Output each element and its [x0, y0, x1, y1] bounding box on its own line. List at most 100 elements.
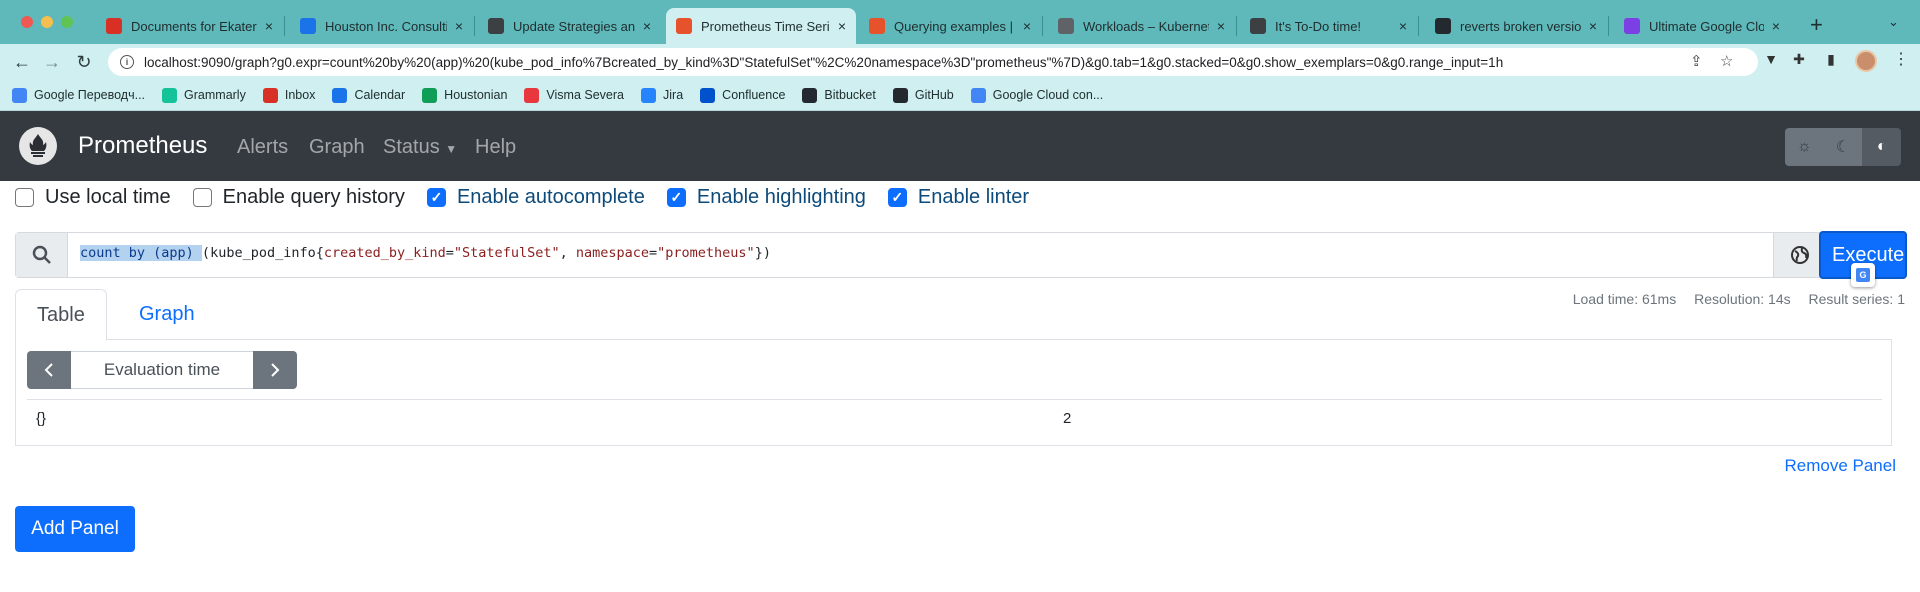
- highlighting-option[interactable]: ✓ Enable highlighting: [666, 186, 866, 209]
- drive-icon: [422, 87, 438, 103]
- address-bar[interactable]: i localhost:9090/graph?g0.expr=count%20b…: [108, 48, 1758, 76]
- evaluation-time-control: Evaluation time: [27, 351, 297, 389]
- jira-icon: [641, 87, 657, 103]
- share-icon[interactable]: ⇪: [1690, 52, 1703, 70]
- browser-tab[interactable]: It's To-Do time! ×: [1240, 8, 1417, 44]
- bookmark-item[interactable]: Grammarly: [162, 87, 246, 103]
- bookmark-label: Calendar: [354, 88, 406, 102]
- extensions-puzzle-icon[interactable]: ✚: [1790, 50, 1808, 68]
- bookmark-item[interactable]: Visma Severa: [524, 87, 624, 103]
- app-navbar: Prometheus Alerts Graph Status ▼ Help ☼ …: [0, 111, 1920, 181]
- remove-panel-link[interactable]: Remove Panel: [1784, 456, 1896, 476]
- close-tab-icon[interactable]: ×: [265, 18, 273, 34]
- bookmark-label: Google Cloud con...: [992, 88, 1104, 102]
- chevron-left-icon[interactable]: [27, 351, 71, 389]
- bookmark-item[interactable]: Confluence: [700, 87, 785, 103]
- close-tab-icon[interactable]: ×: [643, 18, 651, 34]
- use-local-time-checkbox[interactable]: [15, 187, 34, 207]
- query-history-option[interactable]: Enable query history: [192, 185, 405, 209]
- browser-tab[interactable]: Houston Inc. Consulting ×: [290, 8, 473, 44]
- bookmark-item[interactable]: Google Переводч...: [12, 87, 146, 103]
- expression-input[interactable]: count by (app) (kube_pod_info{created_by…: [80, 245, 771, 261]
- app-brand[interactable]: Prometheus: [78, 132, 207, 160]
- evaluation-time-input[interactable]: Evaluation time: [71, 351, 253, 389]
- prometheus-logo-icon[interactable]: [19, 127, 57, 165]
- site-info-icon[interactable]: i: [120, 55, 134, 69]
- expression-separator: ,: [559, 245, 576, 261]
- bookmark-item[interactable]: Google Cloud con...: [970, 87, 1104, 103]
- profile-avatar[interactable]: [1855, 50, 1877, 72]
- tab-separator: [1236, 16, 1237, 36]
- close-window-button[interactable]: [21, 16, 33, 28]
- browser-menu-icon[interactable]: ⋮: [1893, 49, 1909, 69]
- address-url[interactable]: localhost:9090/graph?g0.expr=count%20by%…: [144, 55, 1674, 70]
- grammarly-icon: [162, 87, 178, 103]
- light-theme-sun-icon[interactable]: ☼: [1785, 128, 1824, 166]
- browser-tab[interactable]: Workloads – Kubernetes ×: [1048, 8, 1235, 44]
- browser-tab[interactable]: Prometheus Time Series ×: [666, 8, 856, 44]
- tab-separator: [284, 16, 285, 36]
- browser-tab-title: Ultimate Google Cloud: [1649, 18, 1764, 34]
- new-tab-button[interactable]: +: [1810, 12, 1823, 38]
- bookmark-item[interactable]: Inbox: [262, 87, 315, 103]
- result-value: 2: [1063, 410, 1072, 427]
- github-icon: [1435, 18, 1451, 34]
- close-tab-icon[interactable]: ×: [1399, 18, 1407, 34]
- browser-tab[interactable]: reverts broken version ×: [1425, 8, 1607, 44]
- bookmark-item[interactable]: Jira: [641, 87, 683, 103]
- close-tab-icon[interactable]: ×: [1772, 18, 1780, 34]
- browser-tab[interactable]: Update Strategies and ×: [478, 8, 661, 44]
- tab-graph[interactable]: Graph: [118, 289, 216, 340]
- bookmark-item[interactable]: Houstonian: [422, 87, 507, 103]
- browser-tab-title: reverts broken version: [1460, 18, 1581, 34]
- side-panel-icon[interactable]: ▮: [1822, 50, 1840, 68]
- bookmark-item[interactable]: Bitbucket: [802, 87, 876, 103]
- use-local-time-option[interactable]: Use local time: [15, 186, 171, 209]
- use-local-time-label: Use local time: [45, 185, 171, 208]
- bookmark-star-icon[interactable]: ☆: [1720, 52, 1733, 70]
- highlighting-checkbox[interactable]: ✓: [666, 187, 686, 207]
- autocomplete-checkbox[interactable]: ✓: [426, 187, 446, 207]
- linter-checkbox[interactable]: ✓: [887, 187, 907, 207]
- minimize-window-button[interactable]: [41, 16, 53, 28]
- browser-tab[interactable]: Documents for Ekaterina ×: [96, 8, 283, 44]
- search-icon: [16, 233, 68, 277]
- browser-tab[interactable]: Querying examples | P ×: [859, 8, 1041, 44]
- vue-devtools-icon[interactable]: ▼: [1762, 50, 1780, 68]
- reload-icon[interactable]: ↻: [72, 50, 96, 74]
- browser-tab-strip: Documents for Ekaterina×Houston Inc. Con…: [0, 0, 1920, 44]
- query-history-label: Enable query history: [222, 185, 405, 208]
- bookmark-item[interactable]: GitHub: [892, 87, 954, 103]
- linter-option[interactable]: ✓ Enable linter: [887, 186, 1029, 209]
- table-row: {} 2: [27, 399, 1882, 435]
- bookmark-item[interactable]: Calendar: [332, 87, 406, 103]
- close-tab-icon[interactable]: ×: [1023, 18, 1031, 34]
- prometheus-icon: [869, 18, 885, 34]
- expression-eq-1: =: [445, 245, 454, 261]
- dark-theme-moon-icon[interactable]: ☾: [1823, 128, 1863, 166]
- autocomplete-option[interactable]: ✓ Enable autocomplete: [426, 186, 645, 209]
- maximize-window-button[interactable]: [61, 16, 73, 28]
- calendar-icon: [332, 87, 348, 103]
- close-tab-icon[interactable]: ×: [1589, 18, 1597, 34]
- add-panel-button[interactable]: Add Panel: [15, 506, 135, 552]
- close-tab-icon[interactable]: ×: [838, 18, 846, 34]
- nav-status[interactable]: Status ▼: [383, 136, 457, 159]
- metrics-explorer-globe-icon[interactable]: [1773, 233, 1825, 277]
- auto-theme-contrast-icon[interactable]: ◐: [1862, 128, 1901, 166]
- nav-help[interactable]: Help: [475, 136, 516, 159]
- close-tab-icon[interactable]: ×: [455, 18, 463, 34]
- chevron-right-icon[interactable]: [253, 351, 297, 389]
- nav-alerts[interactable]: Alerts: [237, 136, 288, 159]
- query-history-checkbox[interactable]: [192, 187, 212, 207]
- tab-search-icon[interactable]: ⌄: [1888, 14, 1899, 30]
- back-arrow-icon[interactable]: ←: [10, 50, 34, 74]
- browser-tab[interactable]: Ultimate Google Cloud ×: [1614, 8, 1790, 44]
- nav-graph[interactable]: Graph: [309, 136, 365, 159]
- tab-table[interactable]: Table: [15, 289, 107, 341]
- bookmark-label: Google Переводч...: [34, 88, 146, 102]
- forward-arrow-icon[interactable]: →: [40, 50, 64, 74]
- google-translate-icon[interactable]: G: [1851, 263, 1875, 287]
- expression-aggregation: count by (app): [80, 245, 202, 261]
- close-tab-icon[interactable]: ×: [1217, 18, 1225, 34]
